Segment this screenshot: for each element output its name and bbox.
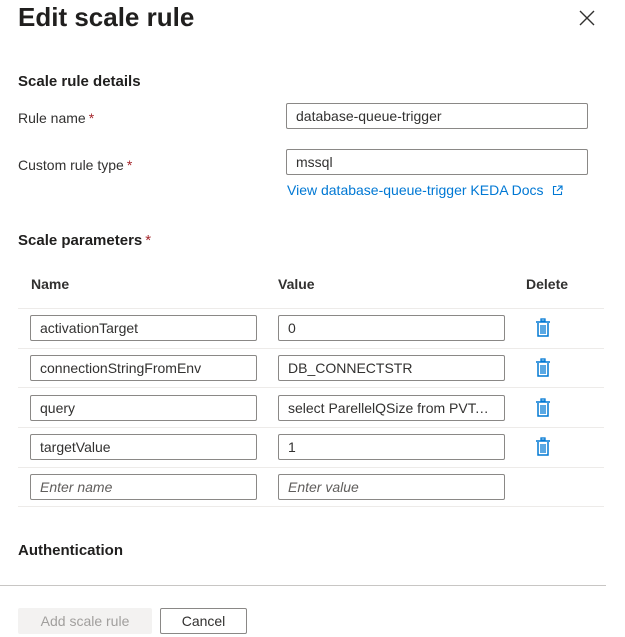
trash-icon — [536, 358, 550, 377]
column-header-delete: Delete — [526, 276, 569, 292]
param-name-input[interactable]: targetValue — [30, 434, 257, 460]
close-icon — [579, 10, 595, 26]
grid-divider — [18, 506, 604, 507]
param-value-input[interactable]: 0 — [278, 315, 505, 341]
column-header-value: Value — [278, 276, 315, 292]
required-marker: * — [88, 110, 95, 126]
delete-row-button[interactable] — [535, 318, 551, 338]
panel-title: Edit scale rule — [18, 2, 195, 32]
new-param-value-input[interactable]: Enter value — [278, 474, 505, 500]
close-button[interactable] — [576, 7, 598, 29]
param-value-input[interactable]: select ParellelQSize from PVTas... — [278, 395, 505, 421]
delete-row-button[interactable] — [535, 358, 551, 378]
custom-rule-type-label: Custom rule type * — [18, 157, 132, 173]
grid-divider — [18, 308, 604, 309]
custom-rule-type-input[interactable]: mssql — [286, 149, 588, 175]
grid-divider — [18, 467, 604, 468]
trash-icon — [536, 398, 550, 417]
custom-rule-type-label-text: Custom rule type — [18, 157, 124, 173]
required-marker: * — [145, 232, 152, 249]
keda-docs-link-text: View database-queue-trigger KEDA Docs — [287, 182, 544, 198]
details-section-title: Scale rule details — [18, 73, 141, 90]
param-name-input[interactable]: query — [30, 395, 257, 421]
cancel-button[interactable]: Cancel — [160, 608, 247, 634]
rule-name-label-text: Rule name — [18, 110, 86, 126]
external-link-icon — [553, 185, 564, 196]
authentication-section-title[interactable]: Authentication — [18, 542, 123, 559]
param-value-input[interactable]: DB_CONNECTSTR — [278, 355, 505, 381]
rule-name-label: Rule name * — [18, 110, 94, 126]
delete-row-button[interactable] — [535, 398, 551, 418]
footer-divider — [0, 585, 606, 586]
parameters-section-title: Scale parameters * — [18, 232, 151, 249]
trash-icon — [536, 437, 550, 456]
param-name-input[interactable]: connectionStringFromEnv — [30, 355, 257, 381]
keda-docs-link[interactable]: View database-queue-trigger KEDA Docs — [287, 182, 564, 198]
trash-icon — [536, 318, 550, 337]
column-header-name: Name — [31, 276, 70, 292]
delete-row-button[interactable] — [535, 437, 551, 457]
add-scale-rule-button[interactable]: Add scale rule — [18, 608, 152, 634]
grid-divider — [18, 387, 604, 388]
required-marker: * — [126, 157, 133, 173]
new-param-name-input[interactable]: Enter name — [30, 474, 257, 500]
param-value-input[interactable]: 1 — [278, 434, 505, 460]
param-name-input[interactable]: activationTarget — [30, 315, 257, 341]
grid-divider — [18, 348, 604, 349]
rule-name-input[interactable]: database-queue-trigger — [286, 103, 588, 129]
grid-divider — [18, 427, 604, 428]
parameters-section-title-text: Scale parameters — [18, 232, 143, 249]
